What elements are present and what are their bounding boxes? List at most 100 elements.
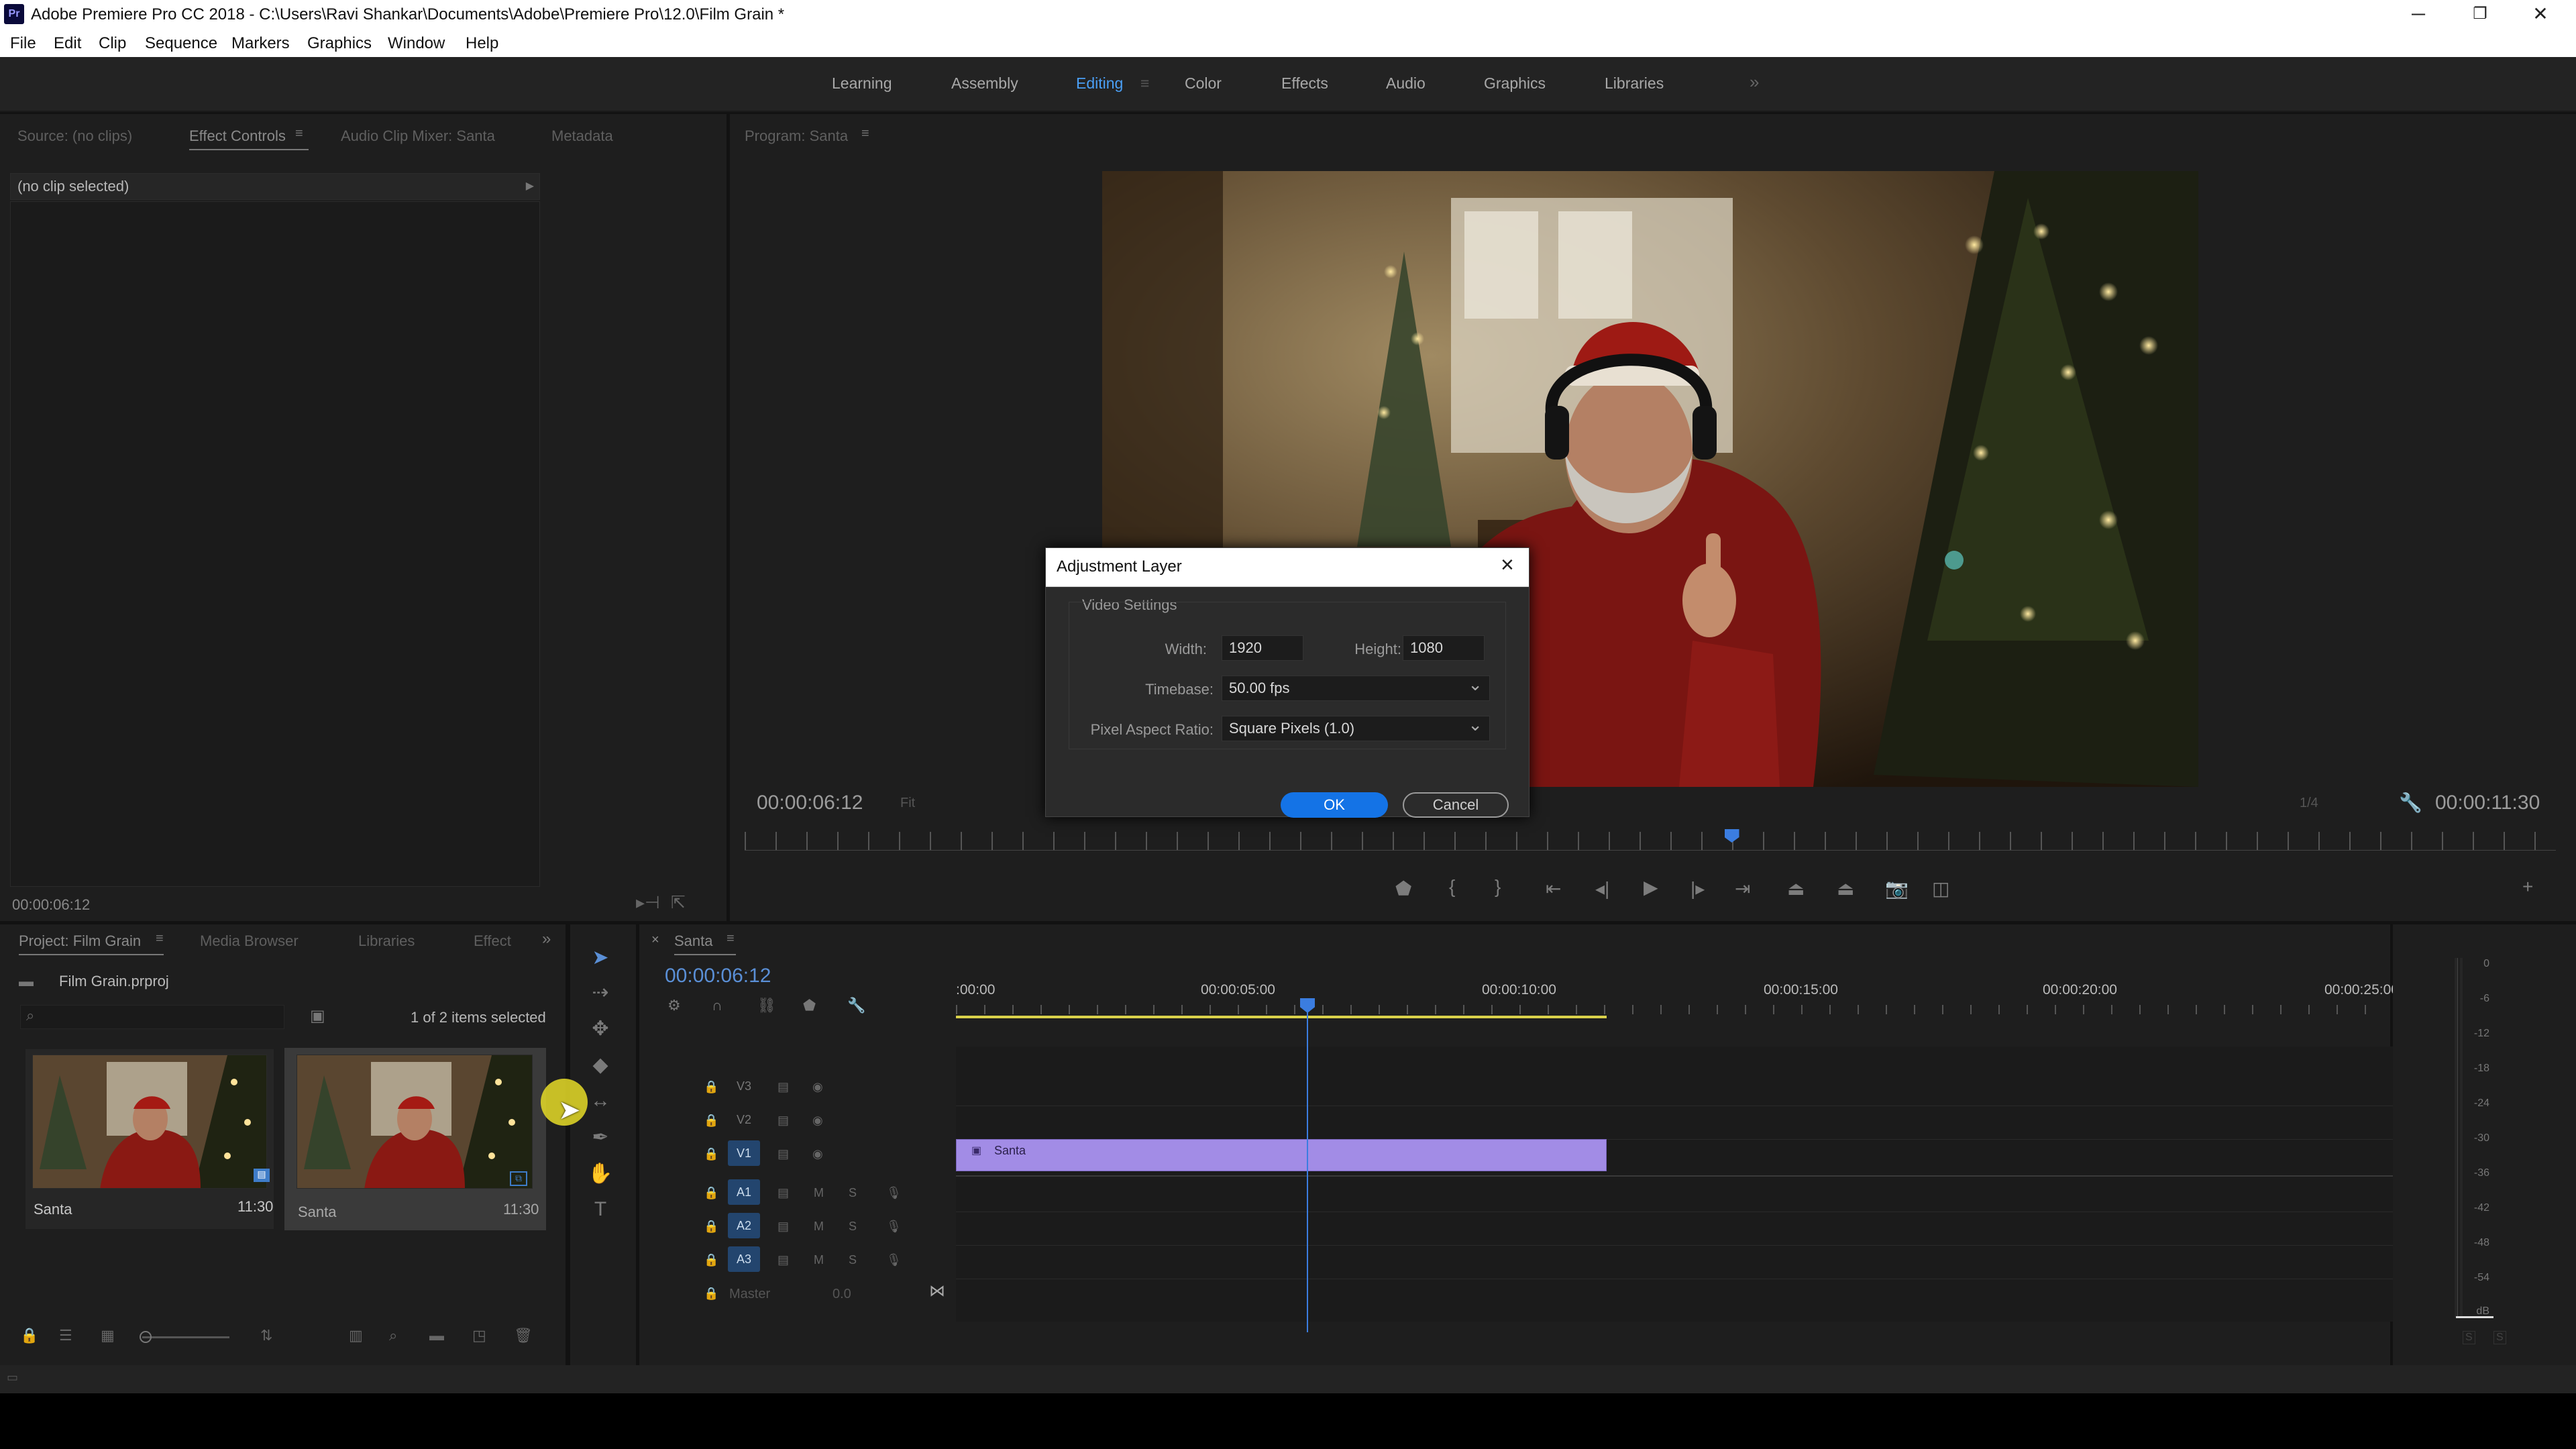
menu-sequence[interactable]: Sequence bbox=[145, 34, 217, 53]
nest-icon[interactable]: ⚙ bbox=[667, 997, 681, 1014]
solo-right-button[interactable]: S bbox=[2493, 1331, 2506, 1344]
track-a1-label[interactable]: A1 bbox=[728, 1179, 760, 1205]
play-icon[interactable]: ▶ bbox=[1644, 876, 1658, 898]
dialog-close-icon[interactable]: × bbox=[1501, 552, 1514, 578]
linked-selection-icon[interactable]: ⛓ bbox=[757, 997, 776, 1014]
eye-icon[interactable]: ◉ bbox=[812, 1114, 823, 1128]
quality-dropdown[interactable]: 1/4 bbox=[2300, 796, 2318, 811]
track-lock-icon[interactable]: 🔒 bbox=[704, 1220, 718, 1234]
mute-button[interactable]: M bbox=[814, 1220, 824, 1234]
track-a2-label[interactable]: A2 bbox=[728, 1213, 760, 1238]
tab-program[interactable]: Program: Santa bbox=[745, 127, 848, 145]
sequence-menu-icon[interactable]: ≡ bbox=[727, 931, 735, 947]
tab-media-browser[interactable]: Media Browser bbox=[200, 932, 299, 950]
tab-effect-controls[interactable]: Effect Controls bbox=[189, 127, 309, 150]
type-tool-icon[interactable]: T bbox=[584, 1198, 617, 1221]
pixel-aspect-ratio-select[interactable]: Square Pixels (1.0) bbox=[1222, 712, 1490, 741]
go-to-out-icon[interactable]: ⇥ bbox=[1735, 877, 1750, 900]
program-menu-icon[interactable]: ≡ bbox=[861, 126, 869, 142]
project-item-card[interactable]: ▤ Santa 11:30 bbox=[25, 1049, 274, 1229]
program-timecode-current[interactable]: 00:00:06:12 bbox=[757, 792, 863, 814]
mute-button[interactable]: M bbox=[814, 1253, 824, 1267]
comparison-view-icon[interactable]: ◫ bbox=[1932, 877, 1949, 900]
track-v3-label[interactable]: V3 bbox=[728, 1073, 760, 1099]
tab-effects[interactable]: Effect bbox=[474, 932, 511, 950]
mark-in-icon[interactable]: { bbox=[1449, 876, 1455, 898]
track-a3-label[interactable]: A3 bbox=[728, 1246, 760, 1272]
sync-lock-icon[interactable]: ▤ bbox=[777, 1220, 789, 1234]
fit-dropdown[interactable]: Fit bbox=[900, 796, 915, 811]
tab-audio-clip-mixer[interactable]: Audio Clip Mixer: Santa bbox=[341, 127, 495, 145]
slip-tool-icon[interactable]: ↔ bbox=[584, 1089, 617, 1112]
sync-lock-icon[interactable]: ▤ bbox=[777, 1253, 789, 1267]
find-icon[interactable]: ⌕ bbox=[389, 1327, 397, 1344]
program-time-ruler[interactable] bbox=[745, 832, 2556, 851]
selection-tool-icon[interactable]: ➤ bbox=[584, 946, 617, 969]
workspace-learning[interactable]: Learning bbox=[832, 74, 892, 93]
lock-icon[interactable]: 🔒 bbox=[20, 1327, 38, 1344]
track-lock-icon[interactable]: 🔒 bbox=[704, 1147, 718, 1161]
minimize-button[interactable]: ─ bbox=[2388, 0, 2449, 30]
expand-arrow-icon[interactable]: ▶ bbox=[526, 174, 534, 199]
add-marker-icon[interactable]: ⬟ bbox=[1395, 877, 1411, 900]
solo-button[interactable]: S bbox=[849, 1220, 857, 1234]
timeline-clip-santa[interactable]: ▣ Santa bbox=[956, 1139, 1607, 1171]
step-forward-icon[interactable]: |▸ bbox=[1690, 877, 1705, 900]
close-window-button[interactable]: ✕ bbox=[2510, 0, 2571, 30]
cancel-button[interactable]: Cancel bbox=[1403, 792, 1509, 818]
icon-view-icon[interactable]: ▦ bbox=[101, 1327, 115, 1344]
eye-icon[interactable]: ◉ bbox=[812, 1147, 823, 1161]
sort-icon[interactable]: ⇅ bbox=[260, 1327, 272, 1344]
solo-button[interactable]: S bbox=[849, 1186, 857, 1200]
button-editor-icon[interactable]: + bbox=[2522, 876, 2533, 898]
workspace-effects[interactable]: Effects bbox=[1281, 74, 1328, 93]
mark-out-icon[interactable]: } bbox=[1495, 876, 1501, 898]
pen-tool-icon[interactable]: ✒ bbox=[584, 1126, 617, 1149]
track-lock-icon[interactable]: 🔒 bbox=[704, 1253, 718, 1267]
track-select-tool-icon[interactable]: ⇢ bbox=[584, 981, 617, 1004]
solo-button[interactable]: S bbox=[849, 1253, 857, 1267]
menu-clip[interactable]: Clip bbox=[99, 34, 126, 53]
track-lock-icon[interactable]: 🔒 bbox=[704, 1114, 718, 1128]
tab-metadata[interactable]: Metadata bbox=[551, 127, 613, 145]
go-to-in-icon[interactable]: ⇤ bbox=[1546, 877, 1561, 900]
solo-left-button[interactable]: S bbox=[2463, 1331, 2475, 1344]
microphone-icon[interactable]: 🎙 bbox=[886, 1253, 902, 1267]
tab-sequence[interactable]: Santa bbox=[674, 932, 735, 955]
tab-source[interactable]: Source: (no clips) bbox=[17, 127, 132, 145]
mute-button[interactable]: M bbox=[814, 1186, 824, 1200]
panel-menu-icon[interactable]: ≡ bbox=[295, 126, 303, 142]
new-bin-icon[interactable]: ▬ bbox=[429, 1327, 444, 1344]
ok-button[interactable]: OK bbox=[1281, 792, 1388, 818]
menu-graphics[interactable]: Graphics bbox=[307, 34, 372, 53]
list-view-icon[interactable]: ☰ bbox=[59, 1327, 72, 1344]
step-back-icon[interactable]: ◂| bbox=[1595, 877, 1609, 900]
workspace-editing[interactable]: Editing bbox=[1076, 74, 1123, 93]
new-bin-search-icon[interactable]: ▣ bbox=[310, 1006, 325, 1026]
track-v1-label[interactable]: V1 bbox=[728, 1140, 760, 1166]
workspace-graphics[interactable]: Graphics bbox=[1484, 74, 1546, 93]
height-input[interactable]: 1080 bbox=[1403, 635, 1485, 661]
clear-icon[interactable]: 🗑 bbox=[514, 1327, 533, 1344]
tab-libraries[interactable]: Libraries bbox=[358, 932, 415, 950]
track-lock-icon[interactable]: 🔒 bbox=[704, 1287, 718, 1301]
sync-lock-icon[interactable]: ▤ bbox=[777, 1186, 789, 1200]
menu-file[interactable]: File bbox=[10, 34, 36, 53]
timebase-select[interactable]: 50.00 fps bbox=[1222, 672, 1490, 701]
timeline-timecode[interactable]: 00:00:06:12 bbox=[665, 965, 771, 987]
extract-icon[interactable]: ⏏ bbox=[1837, 877, 1854, 900]
master-volume-value[interactable]: 0.0 bbox=[833, 1287, 851, 1302]
sync-lock-icon[interactable]: ▤ bbox=[777, 1114, 789, 1128]
sync-lock-icon[interactable]: ▤ bbox=[777, 1147, 789, 1161]
automate-to-sequence-icon[interactable]: ▥ bbox=[349, 1327, 363, 1344]
menu-markers[interactable]: Markers bbox=[231, 34, 290, 53]
snap-icon[interactable]: ∩ bbox=[712, 997, 722, 1014]
export-icon[interactable]: ⇱ bbox=[671, 892, 686, 913]
workspace-overflow-icon[interactable]: » bbox=[1750, 72, 1759, 93]
go-to-end-icon[interactable]: ⋈ bbox=[929, 1281, 945, 1301]
workspace-libraries[interactable]: Libraries bbox=[1605, 74, 1664, 93]
add-marker-timeline-icon[interactable]: ⬟ bbox=[803, 997, 816, 1014]
zoom-slider[interactable] bbox=[142, 1336, 229, 1338]
wrench-icon[interactable]: 🔧 bbox=[2399, 792, 2422, 814]
razor-tool-icon[interactable]: ◆ bbox=[584, 1053, 617, 1077]
